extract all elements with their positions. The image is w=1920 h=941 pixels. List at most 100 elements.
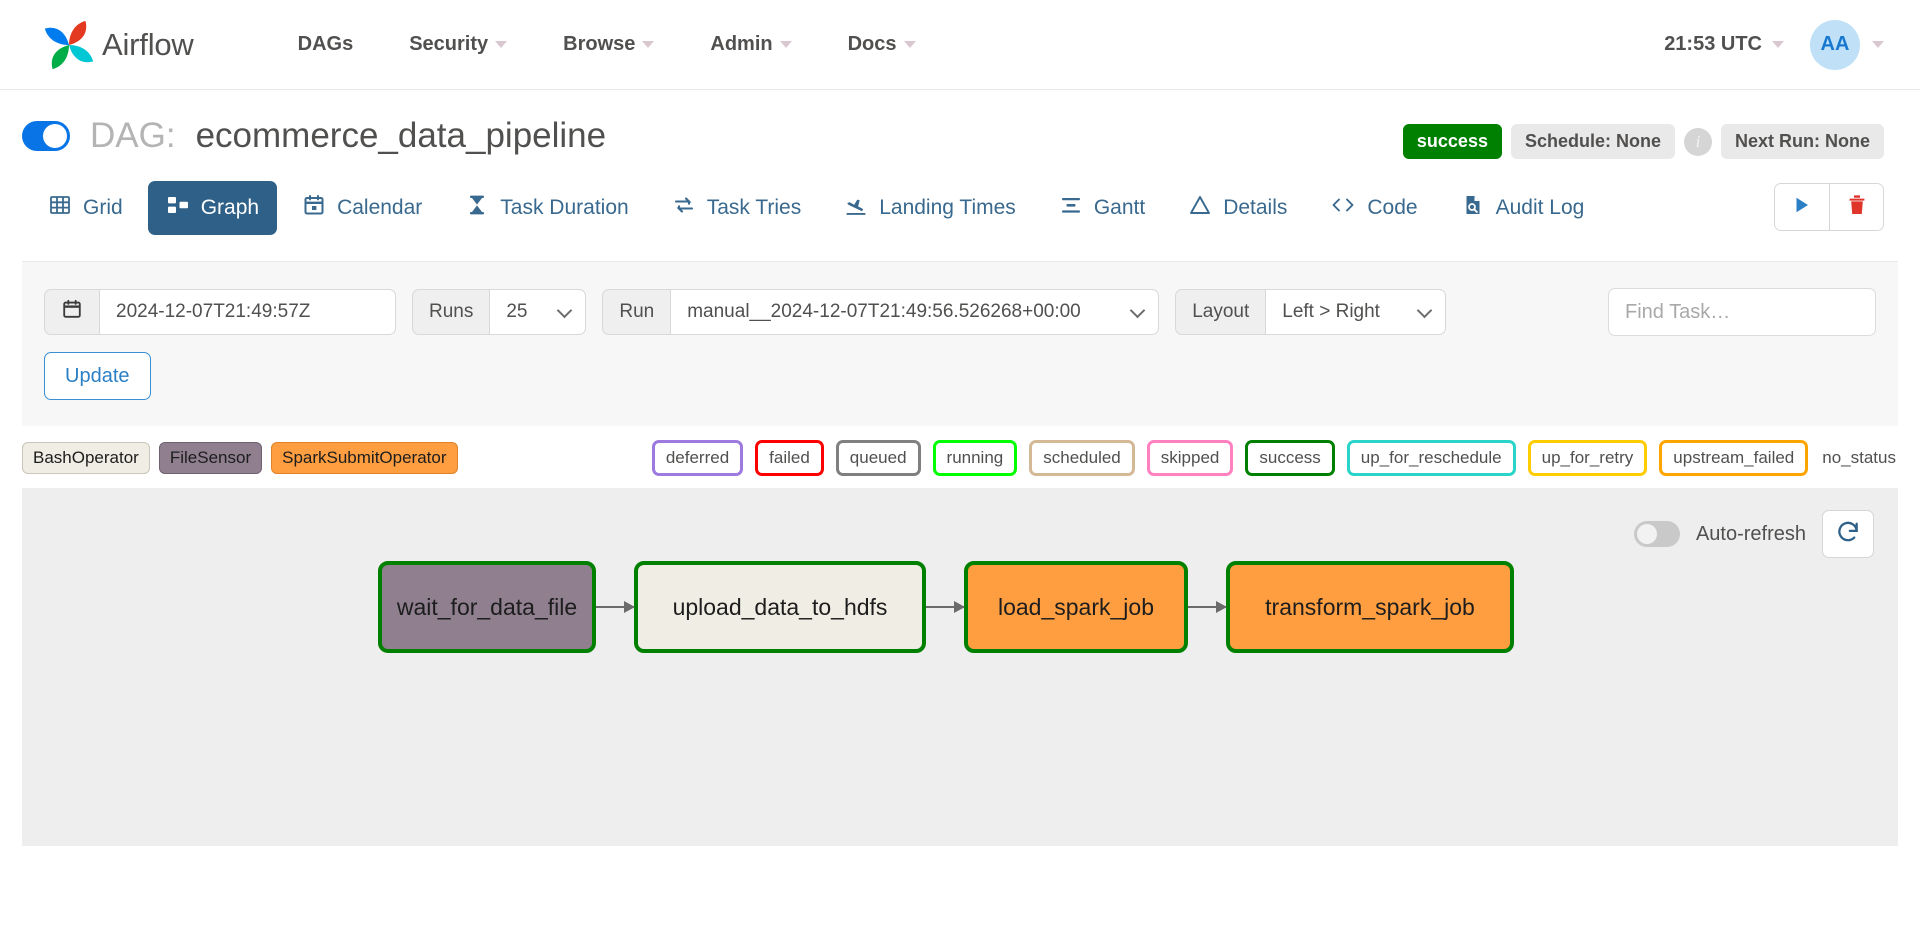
layout-select[interactable]: Left > Right [1266, 289, 1447, 335]
tab-label: Task Tries [706, 196, 802, 219]
layout-label: Layout [1175, 289, 1267, 335]
tab-label: Gantt [1093, 196, 1146, 219]
auto-refresh-toggle[interactable] [1633, 521, 1680, 547]
nav-link-label: Security [409, 33, 489, 55]
runs-label: Runs [412, 289, 491, 335]
nav-link-browse[interactable]: Browse [535, 33, 682, 56]
status-legend-running: running [932, 440, 1018, 476]
chevron-down-icon [1872, 41, 1884, 48]
status-legend-up-for-retry: up_for_retry [1527, 440, 1648, 476]
status-legend-queued: queued [835, 440, 921, 476]
dag-badges: success Schedule: None i Next Run: None [1402, 116, 1884, 159]
avatar: AA [1810, 19, 1860, 70]
dag-prefix-label: DAG: [90, 116, 176, 155]
nav-link-dags[interactable]: DAGs [270, 33, 382, 56]
calendar-picker-button[interactable] [44, 289, 100, 335]
update-button[interactable]: Update [44, 352, 151, 400]
tab-task-tries[interactable]: Task Tries [654, 181, 820, 235]
dag-graph-nodes: wait_for_data_file upload_data_to_hdfs l… [378, 561, 1514, 653]
tab-audit-log[interactable]: Audit Log [1443, 181, 1603, 235]
trigger-dag-button[interactable] [1775, 184, 1829, 230]
gantt-icon [1059, 193, 1083, 223]
trash-icon [1847, 194, 1867, 221]
nav-link-label: DAGs [297, 33, 354, 55]
execution-date-input[interactable]: 2024-12-07T21:49:57Z [100, 289, 396, 335]
nav-link-label: Docs [847, 33, 897, 55]
tab-label: Graph [200, 196, 260, 219]
timezone-selector[interactable]: 21:53 UTC [1664, 33, 1784, 56]
tab-calendar[interactable]: Calendar [284, 181, 440, 235]
tab-list: Grid Graph Calendar Task Duration Task T… [30, 181, 1609, 241]
calendar-icon [302, 193, 326, 223]
dag-action-buttons [1774, 183, 1884, 231]
operator-tag-filesensor: FileSensor [158, 442, 263, 474]
code-icon [1330, 193, 1356, 223]
status-legend-deferred: deferred [651, 440, 744, 476]
nav-link-admin[interactable]: Admin [682, 33, 819, 56]
find-task-input[interactable] [1608, 288, 1876, 336]
tab-graph[interactable]: Graph [147, 181, 278, 235]
calendar-icon [61, 298, 83, 326]
layout-group: Layout Left > Right [1175, 289, 1447, 335]
status-badge: success [1402, 124, 1502, 159]
graph-canvas[interactable]: Auto-refresh wait_for_data_file upload_d… [22, 488, 1898, 846]
nav-links: DAGs Security Browse Admin Docs [270, 33, 944, 56]
operator-legend: BashOperator FileSensor SparkSubmitOpera… [22, 442, 458, 474]
tab-label: Grid [83, 196, 123, 219]
runs-select[interactable]: 25 [490, 289, 587, 335]
delete-dag-button[interactable] [1829, 184, 1883, 230]
info-icon[interactable]: i [1684, 127, 1712, 156]
status-legend-scheduled: scheduled [1029, 440, 1135, 476]
nav-link-security[interactable]: Security [381, 33, 535, 56]
refresh-button[interactable] [1822, 510, 1874, 558]
chevron-down-icon [1772, 41, 1784, 48]
run-label: Run [602, 289, 672, 335]
operator-tag-bashoperator: BashOperator [22, 442, 150, 474]
task-node-upload-data-to-hdfs[interactable]: upload_data_to_hdfs [634, 561, 926, 653]
dag-pause-toggle[interactable] [22, 121, 70, 151]
chevron-down-icon [903, 41, 916, 48]
next-run-badge: Next Run: None [1721, 124, 1884, 159]
audit-log-icon [1461, 193, 1485, 223]
page-title: ecommerce_data_pipeline [195, 116, 607, 155]
tab-label: Audit Log [1495, 196, 1585, 219]
tab-details[interactable]: Details [1170, 181, 1305, 235]
task-node-load-spark-job[interactable]: load_spark_job [964, 561, 1188, 653]
run-select[interactable]: manual__2024-12-07T21:49:56.526268+00:00 [671, 289, 1160, 335]
graph-icon [166, 193, 190, 223]
dag-header: DAG: ecommerce_data_pipeline success Sch… [0, 90, 1920, 159]
tab-task-duration[interactable]: Task Duration [447, 181, 646, 235]
tab-gantt[interactable]: Gantt [1041, 181, 1163, 235]
dag-view-tabs: Grid Graph Calendar Task Duration Task T… [0, 159, 1920, 241]
tab-landing-times[interactable]: Landing Times [826, 181, 1034, 235]
graph-edge [596, 601, 635, 613]
filter-bar-second-row: Update [44, 336, 1876, 400]
plane-landing-icon [844, 193, 868, 223]
status-legend-up-for-reschedule: up_for_reschedule [1346, 440, 1516, 476]
chevron-down-icon [779, 41, 792, 48]
refresh-icon [1835, 519, 1861, 550]
tab-code[interactable]: Code [1312, 181, 1435, 235]
brand-name: Airflow [102, 26, 194, 62]
top-navbar: Airflow DAGs Security Browse Admin Docs … [0, 0, 1920, 90]
brand-home-link[interactable]: Airflow [40, 16, 194, 74]
tab-label: Details [1223, 196, 1288, 219]
task-node-label: transform_spark_job [1265, 593, 1475, 620]
status-legend-success: success [1245, 440, 1335, 476]
hourglass-icon [465, 193, 489, 223]
execution-date-group: 2024-12-07T21:49:57Z [44, 289, 396, 335]
play-icon [1792, 195, 1812, 220]
auto-refresh-label: Auto-refresh [1695, 522, 1806, 545]
task-node-wait-for-data-file[interactable]: wait_for_data_file [378, 561, 596, 653]
operator-tag-sparksubmitoperator: SparkSubmitOperator [271, 442, 458, 474]
task-node-transform-spark-job[interactable]: transform_spark_job [1226, 561, 1514, 653]
graph-refresh-controls: Auto-refresh [1633, 510, 1874, 558]
user-menu[interactable]: AA [1810, 19, 1884, 70]
nav-link-docs[interactable]: Docs [820, 33, 944, 56]
triangle-icon [1188, 193, 1212, 223]
tab-label: Code [1367, 196, 1418, 219]
task-node-label: upload_data_to_hdfs [672, 593, 888, 620]
tab-label: Calendar [337, 196, 423, 219]
nav-link-label: Browse [563, 33, 636, 55]
tab-grid[interactable]: Grid [30, 181, 141, 235]
